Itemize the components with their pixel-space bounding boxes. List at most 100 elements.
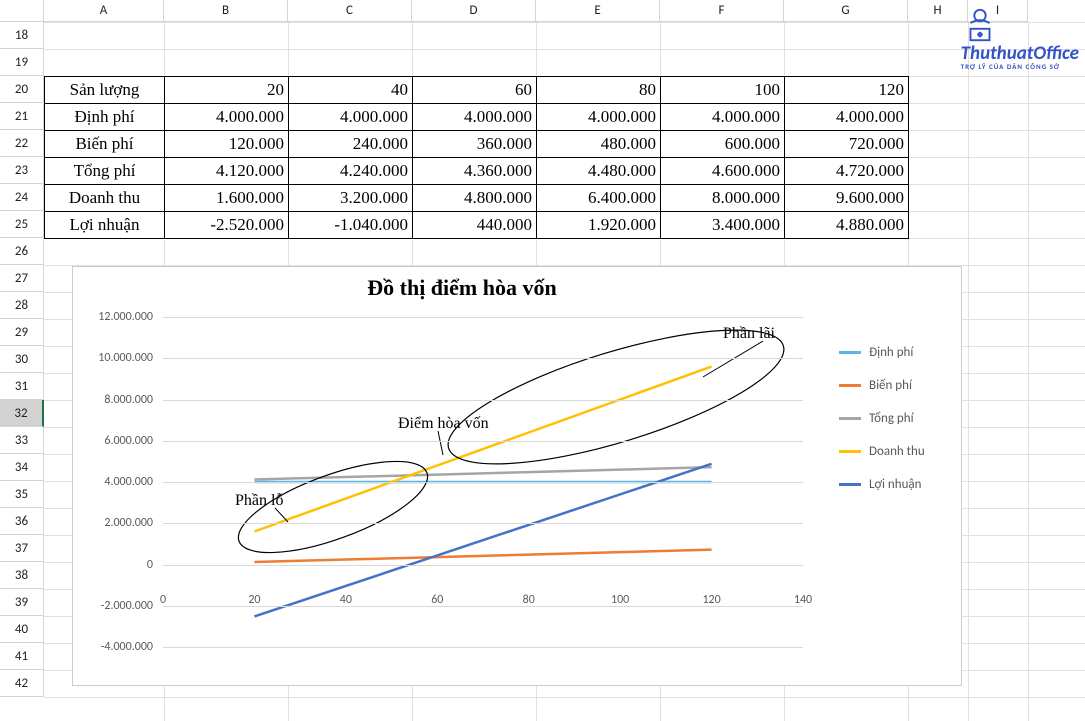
cell[interactable]: 480.000 [537,131,661,158]
cell[interactable]: 440.000 [413,212,537,239]
cell[interactable]: 3.200.000 [289,185,413,212]
cell[interactable]: 120.000 [165,131,289,158]
col-header-D[interactable]: D [412,0,536,22]
cell[interactable]: 20 [165,77,289,104]
cell[interactable]: 100 [661,77,785,104]
row-header-26[interactable]: 26 [0,238,44,265]
legend-label: Biến phí [869,378,912,393]
cell[interactable]: 4.720.000 [785,158,909,185]
cell[interactable]: -2.520.000 [165,212,289,239]
row-header-34[interactable]: 34 [0,454,44,481]
cell[interactable]: -1.040.000 [289,212,413,239]
row-header-23[interactable]: 23 [0,157,44,184]
cell[interactable]: 4.880.000 [785,212,909,239]
row-header-28[interactable]: 28 [0,292,44,319]
cell[interactable]: 4.480.000 [537,158,661,185]
legend-item[interactable]: Định phí [839,345,949,360]
cell[interactable]: 4.120.000 [165,158,289,185]
row-header-19[interactable]: 19 [0,49,44,76]
legend-swatch [839,417,861,420]
table-row: Định phí4.000.0004.000.0004.000.0004.000… [45,104,909,131]
cell[interactable]: 8.000.000 [661,185,785,212]
legend-label: Tổng phí [869,411,914,426]
row-header-21[interactable]: 21 [0,103,44,130]
cell[interactable]: 600.000 [661,131,785,158]
legend-swatch [839,483,861,486]
col-header-H[interactable]: H [908,0,968,22]
series-line[interactable] [254,367,711,532]
cell[interactable]: 240.000 [289,131,413,158]
row-label[interactable]: Lợi nhuận [45,212,165,239]
row-header-32[interactable]: 32 [0,400,44,427]
cell[interactable]: 4.000.000 [661,104,785,131]
cell[interactable]: 4.000.000 [289,104,413,131]
col-header-corner[interactable] [0,0,44,22]
cell[interactable]: 4.360.000 [413,158,537,185]
cell[interactable]: 1.600.000 [165,185,289,212]
cell[interactable]: 4.240.000 [289,158,413,185]
column-headers: ABCDEFGHI [0,0,1028,22]
col-header-F[interactable]: F [660,0,784,22]
y-tick-label: 4.000.000 [73,475,153,489]
break-even-chart[interactable]: Đồ thị điểm hòa vốn -4.000.000-2.000.000… [72,266,962,686]
y-tick-label: 10.000.000 [73,351,153,365]
row-header-29[interactable]: 29 [0,319,44,346]
cell[interactable]: 720.000 [785,131,909,158]
row-header-24[interactable]: 24 [0,184,44,211]
row-header-41[interactable]: 41 [0,643,44,670]
row-header-25[interactable]: 25 [0,211,44,238]
cell[interactable]: 4.000.000 [785,104,909,131]
row-label[interactable]: Sản lượng [45,77,165,104]
row-header-36[interactable]: 36 [0,508,44,535]
cell[interactable]: 360.000 [413,131,537,158]
col-header-A[interactable]: A [44,0,164,22]
cell[interactable]: 3.400.000 [661,212,785,239]
row-header-37[interactable]: 37 [0,535,44,562]
cell[interactable]: 4.000.000 [165,104,289,131]
row-header-18[interactable]: 18 [0,22,44,49]
cell[interactable]: 4.000.000 [537,104,661,131]
col-header-E[interactable]: E [536,0,660,22]
row-header-42[interactable]: 42 [0,670,44,697]
row-header-40[interactable]: 40 [0,616,44,643]
row-header-35[interactable]: 35 [0,481,44,508]
row-header-31[interactable]: 31 [0,373,44,400]
series-line[interactable] [254,467,711,479]
legend-item[interactable]: Lợi nhuận [839,477,949,492]
legend-item[interactable]: Biến phí [839,378,949,393]
col-header-B[interactable]: B [164,0,288,22]
chart-legend: Định phí Biến phí Tổng phí Doanh thu Lợi nhu… [839,327,949,510]
y-tick-label: 8.000.000 [73,393,153,407]
table-row: Lợi nhuận-2.520.000-1.040.000440.0001.92… [45,212,909,239]
cell[interactable]: 6.400.000 [537,185,661,212]
row-label[interactable]: Tổng phí [45,158,165,185]
cell[interactable]: 4.600.000 [661,158,785,185]
cell[interactable]: 9.600.000 [785,185,909,212]
chart-annotation: Phần lỗ [235,492,283,510]
row-label[interactable]: Biến phí [45,131,165,158]
col-header-G[interactable]: G [784,0,908,22]
legend-item[interactable]: Tổng phí [839,411,949,426]
legend-item[interactable]: Doanh thu [839,444,949,459]
row-header-39[interactable]: 39 [0,589,44,616]
cell[interactable]: 4.800.000 [413,185,537,212]
row-label[interactable]: Doanh thu [45,185,165,212]
legend-swatch [839,450,861,453]
row-header-27[interactable]: 27 [0,265,44,292]
row-header-20[interactable]: 20 [0,76,44,103]
row-label[interactable]: Định phí [45,104,165,131]
row-header-30[interactable]: 30 [0,346,44,373]
cell[interactable]: 80 [537,77,661,104]
cell[interactable]: 4.000.000 [413,104,537,131]
row-header-22[interactable]: 22 [0,130,44,157]
cell[interactable]: 120 [785,77,909,104]
series-line[interactable] [254,550,711,562]
row-header-33[interactable]: 33 [0,427,44,454]
row-header-38[interactable]: 38 [0,562,44,589]
data-table[interactable]: Sản lượng20406080100120Định phí4.000.000… [44,76,909,239]
cell[interactable]: 40 [289,77,413,104]
cell[interactable]: 60 [413,77,537,104]
cell[interactable]: 1.920.000 [537,212,661,239]
col-header-C[interactable]: C [288,0,412,22]
series-line[interactable] [254,464,711,617]
